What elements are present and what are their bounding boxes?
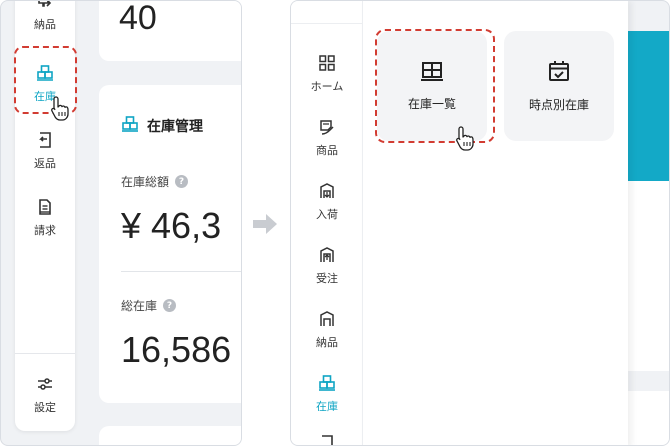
- next-card: [99, 426, 241, 445]
- return-icon: [35, 130, 55, 150]
- total-stock-label-text: 総在庫: [121, 299, 158, 313]
- delivery-icon: [35, 1, 55, 11]
- sidebar: ホーム 商品 入荷 受注 納品 在庫: [291, 1, 363, 445]
- inventory-card: 在庫管理 在庫総額 ? ¥ 46,3 総在庫 ? 16,586: [99, 85, 241, 403]
- sidebar-item-label: 入荷: [316, 208, 338, 221]
- invoice-icon: [35, 197, 55, 217]
- sidebar-item-home[interactable]: ホーム: [291, 53, 363, 94]
- sidebar-item-inbound[interactable]: 入荷: [291, 181, 363, 222]
- total-amount-value: ¥ 46,3: [121, 205, 222, 246]
- sidebar-item-label: 納品: [316, 336, 338, 349]
- sidebar-item-label: 納品: [34, 18, 56, 31]
- summary-value: 40: [119, 0, 157, 37]
- sidebar-item-label: 返品: [34, 157, 56, 170]
- sidebar-item-label: 受注: [316, 272, 338, 285]
- sidebar-item-delivery[interactable]: 納品: [15, 1, 75, 32]
- card-title-text: 在庫管理: [147, 119, 203, 135]
- sidebar-item-return[interactable]: 返品: [15, 130, 75, 171]
- hand-cursor-icon: [51, 96, 69, 121]
- metric-divider: [121, 271, 241, 272]
- total-amount-label-text: 在庫総額: [121, 175, 170, 189]
- sidebar-divider: [15, 353, 75, 354]
- help-icon[interactable]: ?: [175, 175, 189, 188]
- sidebar-item-label: 商品: [316, 144, 338, 157]
- submenu-item-label: 時点別在庫: [528, 97, 589, 112]
- header-banner: [628, 31, 669, 181]
- return-icon: [317, 433, 337, 445]
- inventory-icon: [317, 373, 337, 393]
- sidebar-item-settings[interactable]: 設定: [15, 374, 75, 415]
- calendar-check-icon: [548, 60, 570, 86]
- help-icon[interactable]: ?: [163, 299, 177, 312]
- card-title: 在庫管理: [121, 115, 203, 137]
- summary-card: 40: [99, 0, 241, 61]
- content-card: [628, 181, 669, 371]
- sidebar-divider: [291, 23, 363, 24]
- sidebar-item-label: 設定: [34, 401, 56, 414]
- hand-cursor-icon: [456, 126, 474, 151]
- tutorial-stage: 納品 在庫 返品 請求 設定 40 在庫管理 在庫総額 ? ¥ 46,3 総在庫…: [0, 0, 670, 446]
- sidebar-item-inventory[interactable]: 在庫: [291, 373, 363, 414]
- sidebar-item-product[interactable]: 商品: [291, 117, 363, 158]
- total-amount-label: 在庫総額 ?: [121, 173, 189, 190]
- inbound-icon: [317, 181, 337, 201]
- after-screen: ホーム 商品 入荷 受注 納品 在庫 在庫一覧 時点別在庫: [290, 0, 670, 446]
- order-icon: [317, 245, 337, 265]
- before-screen: 納品 在庫 返品 請求 設定 40 在庫管理 在庫総額 ? ¥ 46,3 総在庫…: [0, 0, 242, 446]
- content-card: [628, 391, 669, 445]
- arrow-right-icon: [253, 214, 277, 234]
- sidebar-item-return[interactable]: [291, 433, 363, 445]
- settings-icon: [35, 374, 55, 394]
- sidebar-item-delivery[interactable]: 納品: [291, 309, 363, 350]
- product-icon: [317, 117, 337, 137]
- sidebar-item-order[interactable]: 受注: [291, 245, 363, 286]
- total-stock-value: 16,586: [121, 329, 232, 370]
- total-stock-label: 総在庫 ?: [121, 297, 177, 314]
- sidebar-item-invoice[interactable]: 請求: [15, 197, 75, 238]
- sidebar-item-label: 在庫: [316, 400, 338, 413]
- submenu-item-stock-by-date[interactable]: 時点別在庫: [504, 31, 614, 141]
- sidebar-item-label: 請求: [34, 224, 56, 237]
- delivery-icon: [317, 309, 337, 329]
- home-icon: [317, 53, 337, 73]
- sidebar-item-label: ホーム: [310, 80, 344, 93]
- inventory-icon: [121, 115, 139, 137]
